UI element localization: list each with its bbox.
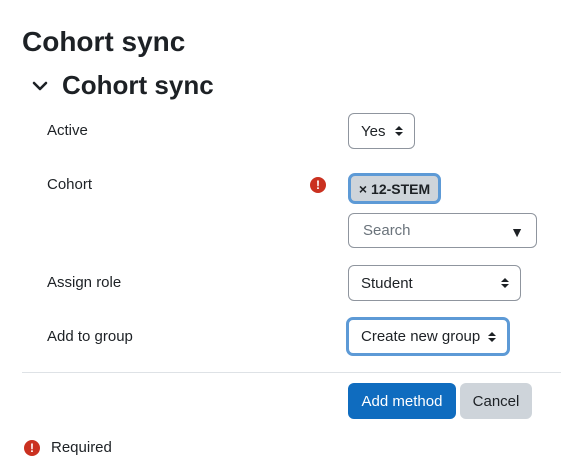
exclamation-circle-icon: ! <box>310 177 326 193</box>
divider <box>22 372 561 373</box>
exclamation-circle-icon: ! <box>24 439 40 456</box>
section-title: Cohort sync <box>62 70 214 100</box>
cohort-label: Cohort <box>47 176 93 193</box>
sort-arrows-icon <box>501 278 509 288</box>
remove-icon: × <box>358 180 368 197</box>
add-to-group-label: Add to group <box>47 328 133 345</box>
required-label: Required <box>51 439 112 456</box>
active-select[interactable]: Yes <box>348 113 415 149</box>
sort-arrows-icon <box>488 331 496 342</box>
assign-role-value: Student <box>361 274 413 292</box>
add-to-group-value: Create new group <box>361 328 481 345</box>
sort-arrows-icon <box>395 126 403 136</box>
page-title: Cohort sync <box>22 26 186 57</box>
assign-role-select[interactable]: Student <box>348 265 521 301</box>
assign-role-label: Assign role <box>47 274 122 291</box>
dropdown-triangle-icon[interactable]: ▼ <box>510 224 524 240</box>
section-toggle[interactable]: Cohort sync <box>30 70 214 101</box>
active-label: Active <box>47 122 88 139</box>
active-select-value: Yes <box>361 122 386 140</box>
cohort-selected-chip[interactable]: × 12-STEM <box>348 173 441 204</box>
required-legend: ! Required <box>24 439 112 456</box>
add-to-group-select[interactable]: Create new group <box>346 317 510 356</box>
chevron-down-icon <box>30 76 50 96</box>
cohort-chip-label: 12-STEM <box>371 180 431 197</box>
cancel-button[interactable]: Cancel <box>460 383 532 419</box>
cohort-search-field[interactable]: ▼ <box>348 213 537 248</box>
add-method-button[interactable]: Add method <box>348 383 456 419</box>
cohort-search-input[interactable] <box>361 221 505 240</box>
